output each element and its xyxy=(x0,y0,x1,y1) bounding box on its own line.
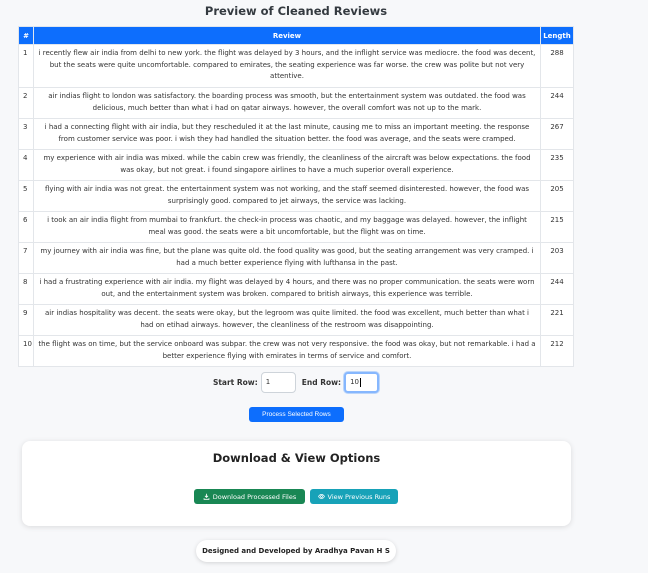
table-row: 9 air indias hospitality was decent. the… xyxy=(18,304,574,336)
row-review: flying with air india was not great. the… xyxy=(33,180,541,212)
row-length: 205 xyxy=(540,180,574,212)
header-length: Length xyxy=(540,26,574,45)
end-row-label: End Row: xyxy=(301,377,342,387)
row-review: air indias flight to london was satisfac… xyxy=(33,87,541,119)
row-review: air indias hospitality was decent. the s… xyxy=(33,304,541,336)
row-review: the flight was on time, but the service … xyxy=(33,335,541,367)
row-index: 9 xyxy=(18,304,34,336)
row-review: i had a frustrating experience with air … xyxy=(33,273,541,305)
header-index: # xyxy=(18,26,34,45)
header-review: Review xyxy=(33,26,541,45)
row-review: my journey with air india was fine, but … xyxy=(33,242,541,274)
card-title: Download & View Options xyxy=(212,451,381,465)
row-length: 203 xyxy=(540,242,574,274)
row-length: 288 xyxy=(540,44,574,88)
row-length: 267 xyxy=(540,118,574,150)
table-row: 5 flying with air india was not great. t… xyxy=(18,180,574,212)
row-index: 7 xyxy=(18,242,34,274)
footer-credit: Designed and Developed by Aradhya Pavan … xyxy=(196,540,396,562)
row-index: 1 xyxy=(18,44,34,88)
start-row-label: Start Row: xyxy=(212,377,258,387)
end-row-value: 10 xyxy=(350,378,359,386)
row-length: 221 xyxy=(540,304,574,336)
row-length: 212 xyxy=(540,335,574,367)
row-range-controls: Start Row: 1 End Row: 10 xyxy=(0,371,592,393)
download-processed-files-button[interactable]: Download Processed Files xyxy=(194,489,305,504)
download-icon xyxy=(203,493,210,500)
row-length: 215 xyxy=(540,211,574,243)
download-button-label: Download Processed Files xyxy=(212,492,297,501)
table-row: 10 the flight was on time, but the servi… xyxy=(18,335,574,367)
text-caret xyxy=(359,377,361,387)
table-row: 7 my journey with air india was fine, bu… xyxy=(18,242,574,274)
table-row: 1 i recently flew air india from delhi t… xyxy=(18,44,574,88)
row-index: 8 xyxy=(18,273,34,305)
eye-icon xyxy=(317,494,325,499)
row-index: 4 xyxy=(18,149,34,181)
page-title: Preview of Cleaned Reviews xyxy=(204,4,388,18)
row-review: i recently flew air india from delhi to … xyxy=(33,44,541,88)
row-index: 6 xyxy=(18,211,34,243)
end-row-input[interactable]: 10 xyxy=(344,371,380,393)
table-row: 4 my experience with air india was mixed… xyxy=(18,149,574,181)
process-selected-rows-button[interactable]: Process Selected Rows xyxy=(249,407,344,422)
table-row: 3 i had a connecting flight with air ind… xyxy=(18,118,574,150)
row-index: 10 xyxy=(18,335,34,367)
row-review: i had a connecting flight with air india… xyxy=(33,118,541,150)
table-row: 8 i had a frustrating experience with ai… xyxy=(18,273,574,305)
download-view-card: Download & View Options Download Process… xyxy=(22,441,571,526)
view-previous-runs-button[interactable]: View Previous Runs xyxy=(310,489,398,504)
table-row: 2 air indias flight to london was satisf… xyxy=(18,87,574,119)
row-review: i took an air india flight from mumbai t… xyxy=(33,211,541,243)
row-index: 2 xyxy=(18,87,34,119)
row-length: 244 xyxy=(540,87,574,119)
table-row: 6 i took an air india flight from mumbai… xyxy=(18,211,574,243)
row-review: my experience with air india was mixed. … xyxy=(33,149,541,181)
row-length: 244 xyxy=(540,273,574,305)
start-row-value: 1 xyxy=(265,378,271,386)
row-length: 235 xyxy=(540,149,574,181)
row-index: 3 xyxy=(18,118,34,150)
reviews-table: # Review Length 1 i recently flew air in… xyxy=(18,26,574,367)
view-button-label: View Previous Runs xyxy=(327,492,391,501)
start-row-input[interactable]: 1 xyxy=(260,371,296,393)
row-index: 5 xyxy=(18,180,34,212)
